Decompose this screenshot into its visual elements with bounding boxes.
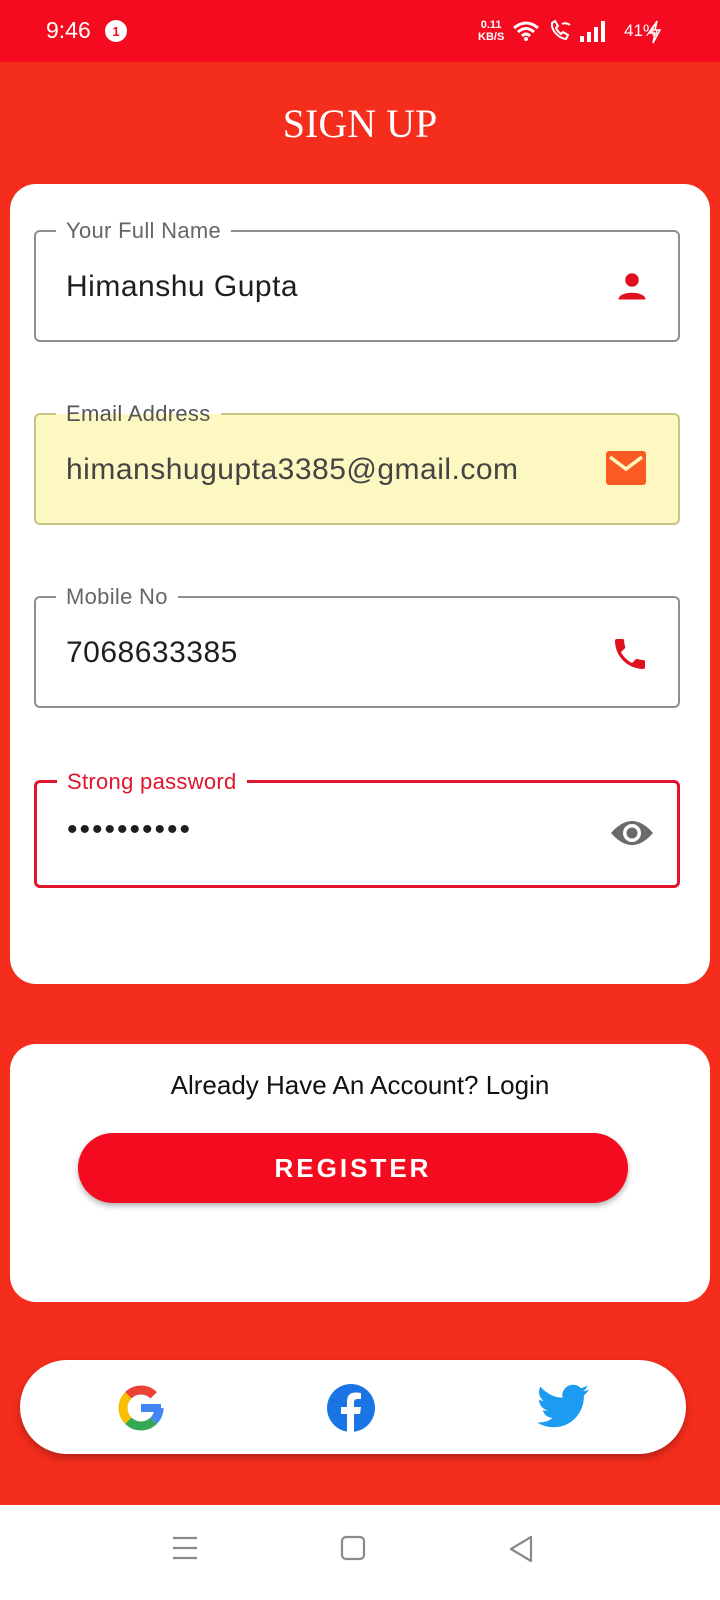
email-field[interactable]: Email Address himanshugupta3385@gmail.co…	[34, 401, 680, 525]
menu-icon[interactable]	[172, 1535, 198, 1561]
register-button[interactable]: REGISTER	[78, 1133, 628, 1203]
phone-icon	[615, 639, 645, 669]
mobile-label: Mobile No	[56, 584, 178, 610]
status-bar: 9:46 1 0.11 KB/S 41%	[0, 0, 720, 62]
mobile-value[interactable]: 7068633385	[66, 636, 238, 670]
system-nav-bar	[0, 1505, 720, 1600]
password-label: Strong password	[57, 769, 247, 795]
password-value[interactable]: ••••••••••	[67, 813, 192, 847]
back-icon[interactable]	[508, 1535, 534, 1563]
net-speed: 0.11 KB/S	[478, 19, 504, 43]
twitter-icon[interactable]	[538, 1384, 590, 1430]
page-title: SIGN UP	[282, 101, 438, 146]
person-icon	[618, 273, 646, 300]
full-name-field[interactable]: Your Full Name Himanshu Gupta	[34, 218, 680, 342]
login-link[interactable]: Already Have An Account? Login	[10, 1070, 710, 1101]
eye-icon[interactable]	[609, 817, 655, 849]
status-time: 9:46	[46, 17, 91, 43]
social-login-bar	[20, 1360, 686, 1454]
notification-badge: 1	[105, 20, 127, 42]
wifi-icon	[513, 21, 539, 41]
signal-icon	[580, 21, 605, 42]
mobile-field[interactable]: Mobile No 7068633385	[34, 584, 680, 708]
email-value[interactable]: himanshugupta3385@gmail.com	[66, 453, 519, 487]
full-name-label: Your Full Name	[56, 218, 232, 244]
net-speed-unit: KB/S	[478, 31, 505, 43]
action-card: Already Have An Account? Login REGISTER	[10, 1044, 710, 1302]
google-icon[interactable]	[116, 1383, 166, 1433]
mail-icon	[606, 451, 646, 485]
facebook-icon[interactable]	[326, 1383, 376, 1433]
net-speed-value: 0.11	[480, 19, 502, 31]
password-field[interactable]: Strong password ••••••••••	[34, 769, 680, 888]
charging-icon	[648, 20, 662, 44]
wifi-call-icon	[550, 20, 571, 41]
full-name-value[interactable]: Himanshu Gupta	[66, 270, 298, 304]
email-label: Email Address	[56, 401, 221, 427]
signup-form-card: Your Full Name Himanshu Gupta Email Addr…	[10, 184, 710, 984]
home-icon[interactable]	[340, 1535, 366, 1561]
